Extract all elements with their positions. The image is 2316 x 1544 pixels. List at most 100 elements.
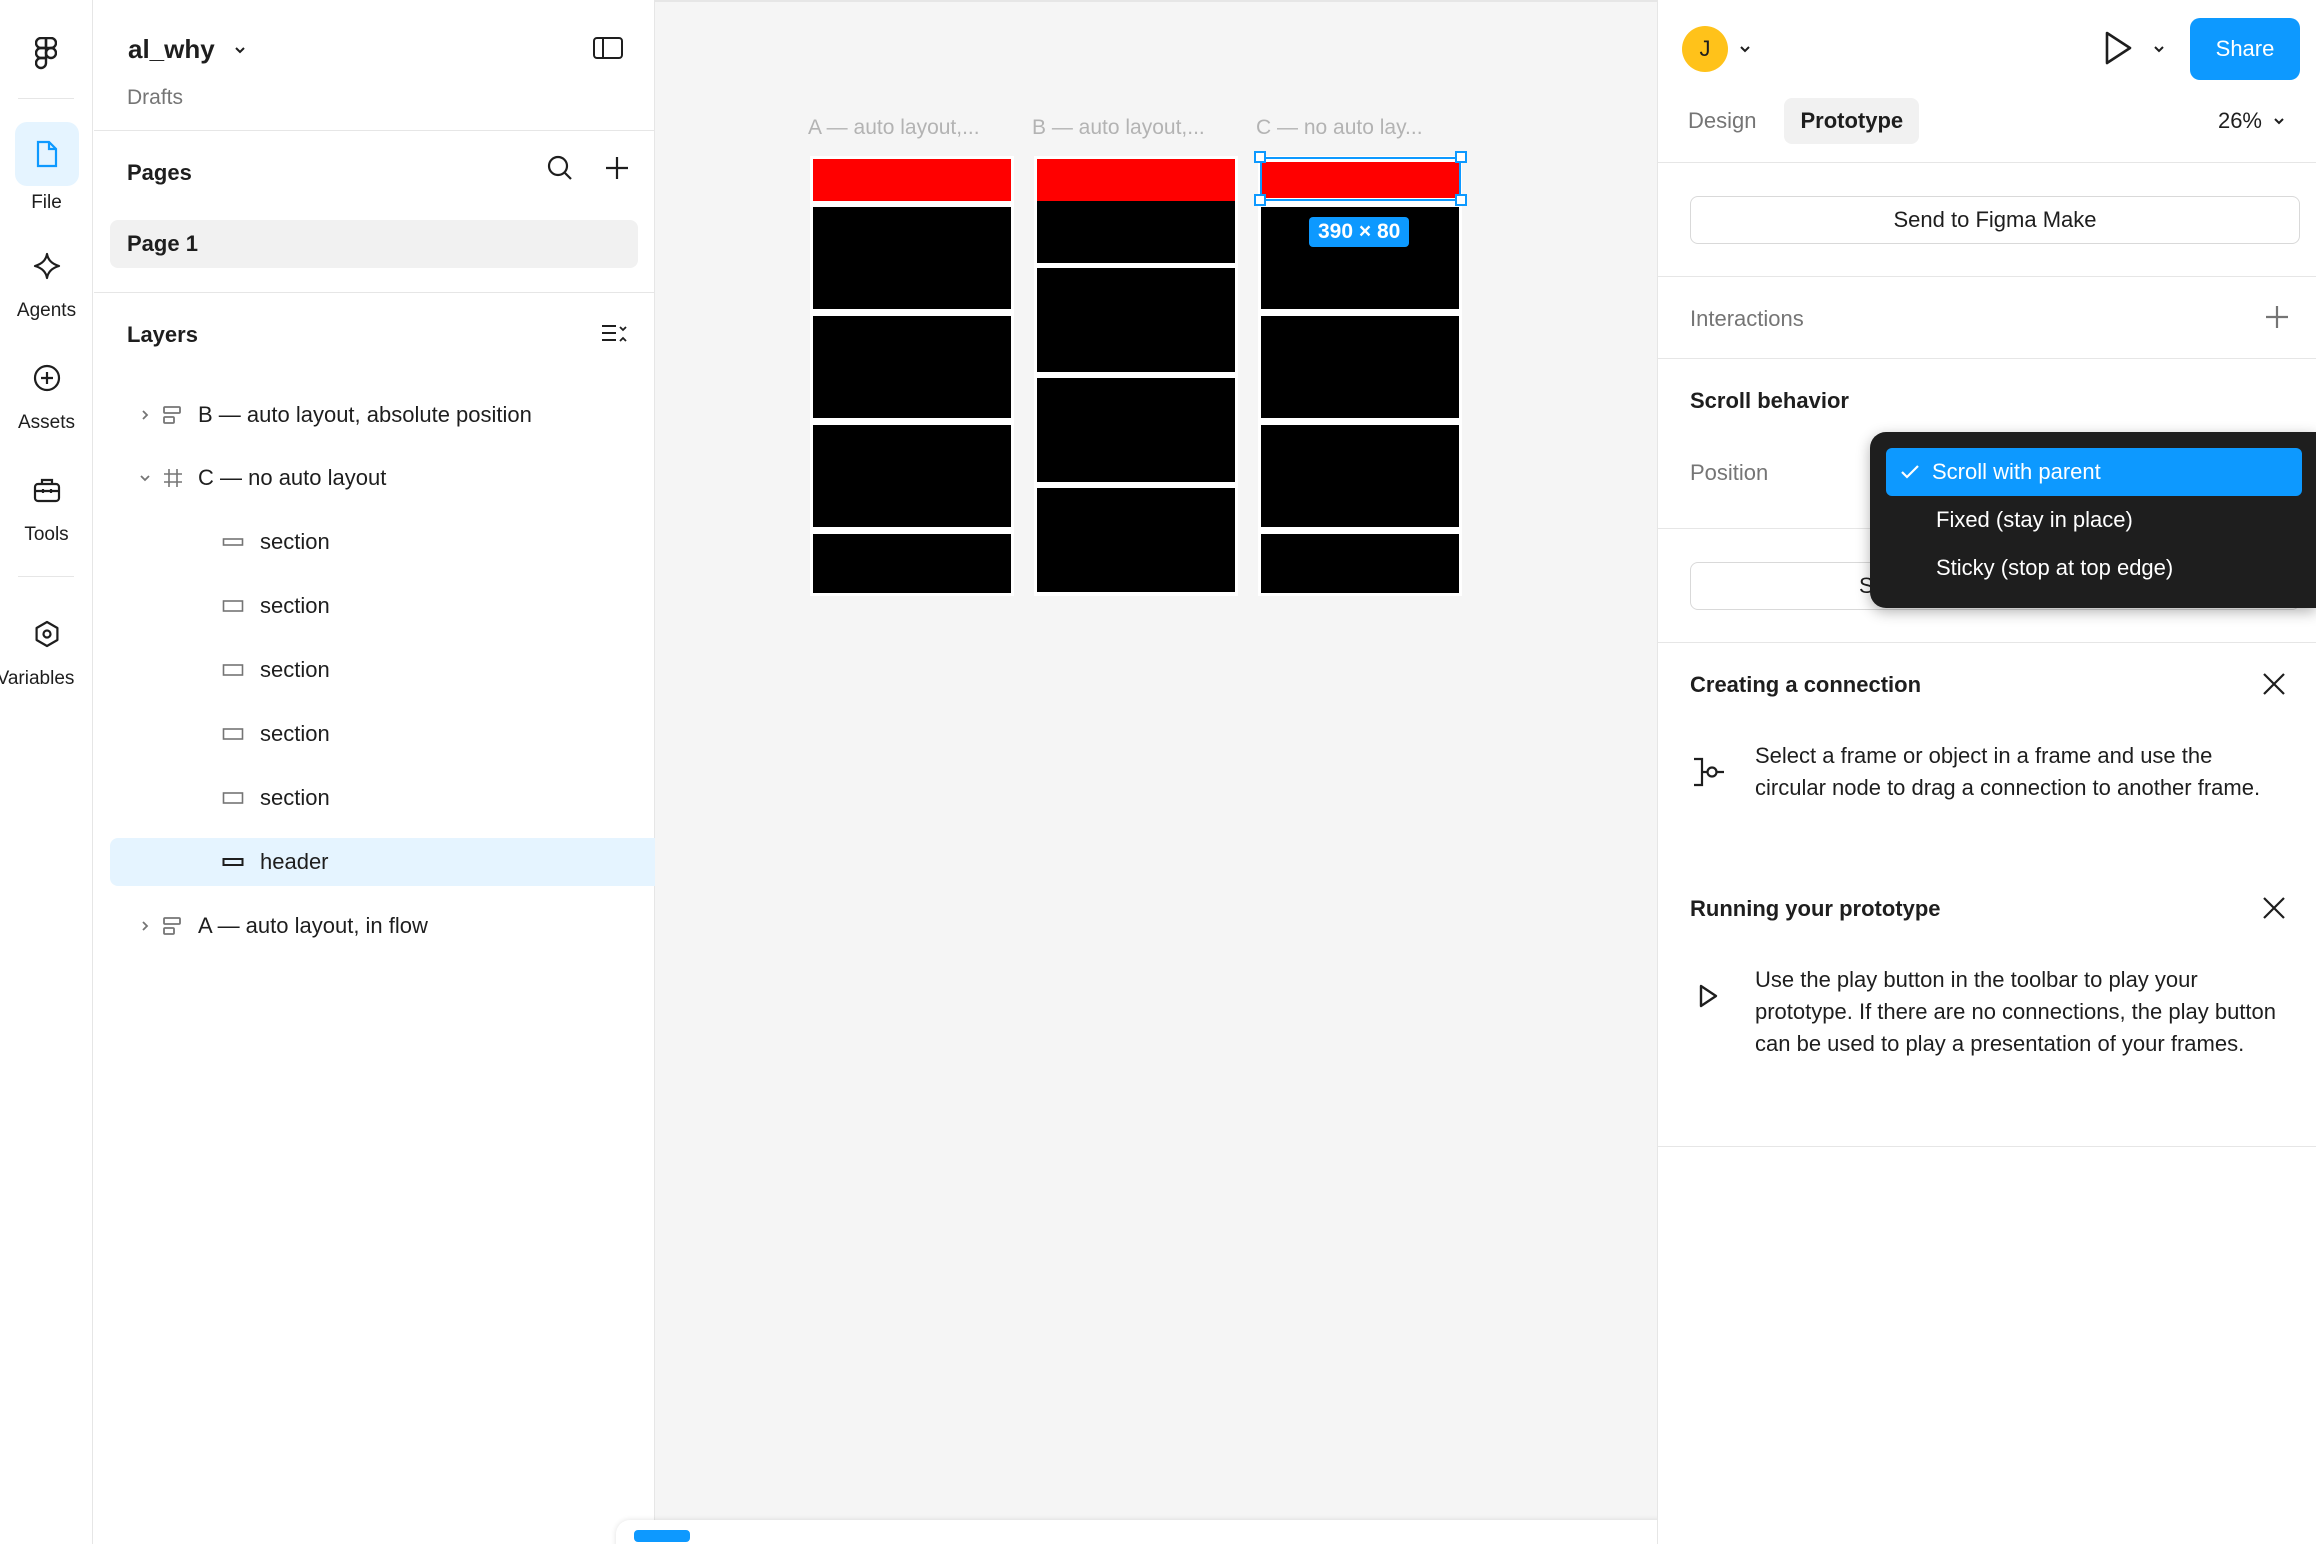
chevron-down-icon[interactable] xyxy=(1738,44,1752,54)
figma-logo-icon[interactable] xyxy=(24,32,68,76)
position-dropdown-menu[interactable]: Scroll with parent Fixed (stay in place)… xyxy=(1870,432,2316,608)
chevron-right-icon[interactable] xyxy=(134,408,156,422)
header-block[interactable] xyxy=(813,159,1011,201)
resize-handle[interactable] xyxy=(1254,194,1266,206)
divider xyxy=(94,130,655,131)
rectangle-icon xyxy=(220,593,246,619)
layer-row-header[interactable]: header xyxy=(110,838,655,886)
frame-label-a[interactable]: A — auto layout,... xyxy=(808,116,980,140)
dimension-badge: 390 × 80 xyxy=(1309,217,1410,247)
chevron-down-icon[interactable] xyxy=(2152,44,2166,54)
add-interaction-icon[interactable] xyxy=(2264,304,2290,330)
chevron-down-icon xyxy=(235,46,245,53)
auto-layout-icon xyxy=(160,402,186,428)
send-to-figma-make-button[interactable]: Send to Figma Make xyxy=(1690,196,2300,244)
chevron-right-icon[interactable] xyxy=(134,919,156,933)
divider xyxy=(1658,642,2316,643)
layer-label: B — auto layout, absolute position xyxy=(198,402,532,427)
frame-label-b[interactable]: B — auto layout,... xyxy=(1032,116,1205,140)
selection-outline xyxy=(1260,157,1461,201)
connection-help-text: Select a frame or object in a frame and … xyxy=(1755,743,2261,800)
layer-label: section xyxy=(260,785,330,810)
rail-item-assets[interactable]: Assets xyxy=(0,346,93,434)
frame-icon xyxy=(160,465,186,491)
layer-row-frame-b[interactable]: B — auto layout, absolute position xyxy=(110,391,655,439)
frame-b[interactable] xyxy=(1034,156,1238,596)
layers-panel: al_why Drafts Pages Page 1 Layers B — au… xyxy=(94,0,655,1544)
close-icon[interactable] xyxy=(2260,894,2288,922)
checkmark-icon xyxy=(1900,464,1922,480)
section-block[interactable] xyxy=(1261,425,1459,527)
rail-label: File xyxy=(31,192,62,213)
divider xyxy=(94,292,655,293)
section-block[interactable] xyxy=(1037,268,1235,372)
dropdown-option-label: Scroll with parent xyxy=(1932,459,2101,484)
rail-item-file[interactable]: File xyxy=(0,122,93,214)
layer-row-section[interactable]: section xyxy=(110,518,655,566)
layer-row-section[interactable]: section xyxy=(110,646,655,694)
add-page-icon[interactable] xyxy=(604,155,630,181)
running-help-text: Use the play button in the toolbar to pl… xyxy=(1755,967,2277,1056)
frame-a[interactable] xyxy=(810,156,1014,596)
layer-label: header xyxy=(260,849,329,874)
share-button[interactable]: Share xyxy=(2190,18,2300,80)
rail-item-variables[interactable]: Variables xyxy=(0,602,93,690)
layer-row-section[interactable]: section xyxy=(110,774,655,822)
collapse-layers-icon[interactable] xyxy=(600,322,628,346)
section-block[interactable] xyxy=(1037,378,1235,482)
resize-handle[interactable] xyxy=(1455,151,1467,163)
divider xyxy=(1658,1146,2316,1147)
rail-item-agents[interactable]: Agents xyxy=(0,234,93,322)
tab-design[interactable]: Design xyxy=(1672,98,1772,144)
section-block[interactable] xyxy=(813,425,1011,527)
section-block[interactable] xyxy=(813,207,1011,309)
dropdown-option-label: Fixed (stay in place) xyxy=(1936,507,2133,532)
close-icon[interactable] xyxy=(2260,670,2288,698)
rectangle-icon xyxy=(220,721,246,747)
resize-handle[interactable] xyxy=(1254,151,1266,163)
bottom-toolbar[interactable] xyxy=(616,1520,1676,1544)
rail-item-tools[interactable]: Tools xyxy=(0,458,93,546)
frame-label-c[interactable]: C — no auto lay... xyxy=(1256,116,1423,140)
divider xyxy=(1658,358,2316,359)
zoom-menu[interactable]: 26% xyxy=(2218,108,2286,134)
section-block[interactable] xyxy=(1037,201,1235,263)
layer-row-section[interactable]: section xyxy=(110,582,655,630)
interactions-label: Interactions xyxy=(1690,306,1804,331)
chevron-down-icon[interactable] xyxy=(134,473,156,483)
section-block[interactable] xyxy=(1261,316,1459,418)
connection-node-icon xyxy=(1690,754,1726,790)
plus-circle-icon xyxy=(15,346,79,410)
zoom-level: 26% xyxy=(2217,108,2262,133)
resize-handle[interactable] xyxy=(1455,194,1467,206)
layer-row-frame-a[interactable]: A — auto layout, in flow xyxy=(110,902,655,950)
canvas[interactable]: A — auto layout,... B — auto layout,... … xyxy=(616,0,1676,1544)
section-block[interactable] xyxy=(1261,534,1459,593)
sidebar-toggle-icon[interactable] xyxy=(592,36,624,64)
avatar[interactable]: J xyxy=(1682,26,1728,72)
section-block[interactable] xyxy=(813,316,1011,418)
search-icon[interactable] xyxy=(546,154,574,182)
page-label: Page 1 xyxy=(127,231,198,256)
dropdown-option-fixed[interactable]: Fixed (stay in place) xyxy=(1886,496,2302,544)
auto-layout-icon xyxy=(160,913,186,939)
section-block[interactable] xyxy=(1037,488,1235,592)
file-location[interactable]: Drafts xyxy=(127,86,183,110)
header-block[interactable] xyxy=(1037,159,1235,201)
layer-row-section[interactable]: section xyxy=(110,710,655,758)
toolbar-active-tool[interactable] xyxy=(634,1530,690,1542)
section-block[interactable] xyxy=(813,534,1011,593)
rail-label: Variables xyxy=(0,668,75,689)
dropdown-option-scroll-with-parent[interactable]: Scroll with parent xyxy=(1886,448,2302,496)
file-icon xyxy=(14,122,79,186)
page-item[interactable]: Page 1 xyxy=(110,220,638,268)
divider xyxy=(1658,276,2316,277)
layer-row-frame-c[interactable]: C — no auto layout xyxy=(110,454,655,502)
dropdown-option-label: Sticky (stop at top edge) xyxy=(1936,555,2174,580)
layer-label: C — no auto layout xyxy=(198,465,387,490)
tab-prototype[interactable]: Prototype xyxy=(1784,98,1920,144)
file-name-menu[interactable]: al_why xyxy=(128,34,247,65)
rail-label: Assets xyxy=(17,412,76,433)
dropdown-option-sticky[interactable]: Sticky (stop at top edge) xyxy=(1886,544,2302,592)
play-icon[interactable] xyxy=(2102,30,2134,66)
